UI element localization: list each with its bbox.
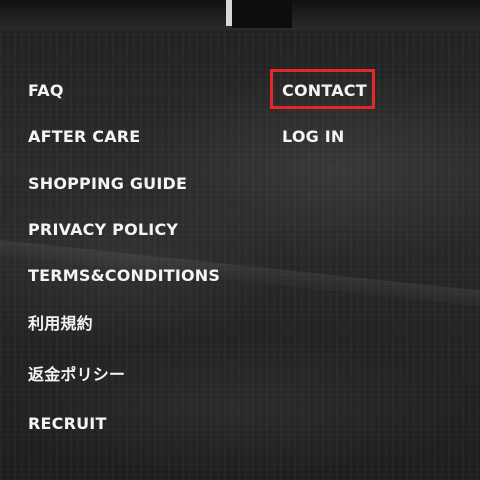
menu-link-refund-policy-ja[interactable]: 返金ポリシー	[28, 365, 125, 385]
menu-link-shopping-guide[interactable]: SHOPPING GUIDE	[28, 174, 187, 194]
city-background-image	[0, 0, 480, 480]
menu-link-after-care[interactable]: AFTER CARE	[28, 127, 140, 147]
contact-highlight-box	[270, 69, 375, 109]
menu-link-recruit[interactable]: RECRUIT	[28, 414, 107, 434]
menu-link-terms-conditions[interactable]: TERMS&CONDITIONS	[28, 266, 220, 286]
menu-link-privacy-policy[interactable]: PRIVACY POLICY	[28, 220, 178, 240]
menu-link-terms-of-use-ja[interactable]: 利用規約	[28, 314, 93, 334]
footer-menu-page: FAQ AFTER CARE SHOPPING GUIDE PRIVACY PO…	[0, 0, 480, 480]
menu-link-faq[interactable]: FAQ	[28, 81, 64, 101]
top-image-strip	[0, 0, 480, 30]
top-image-light-stripe	[226, 0, 232, 26]
top-image-dark-panel	[232, 0, 292, 28]
menu-link-log-in[interactable]: LOG IN	[282, 127, 344, 147]
